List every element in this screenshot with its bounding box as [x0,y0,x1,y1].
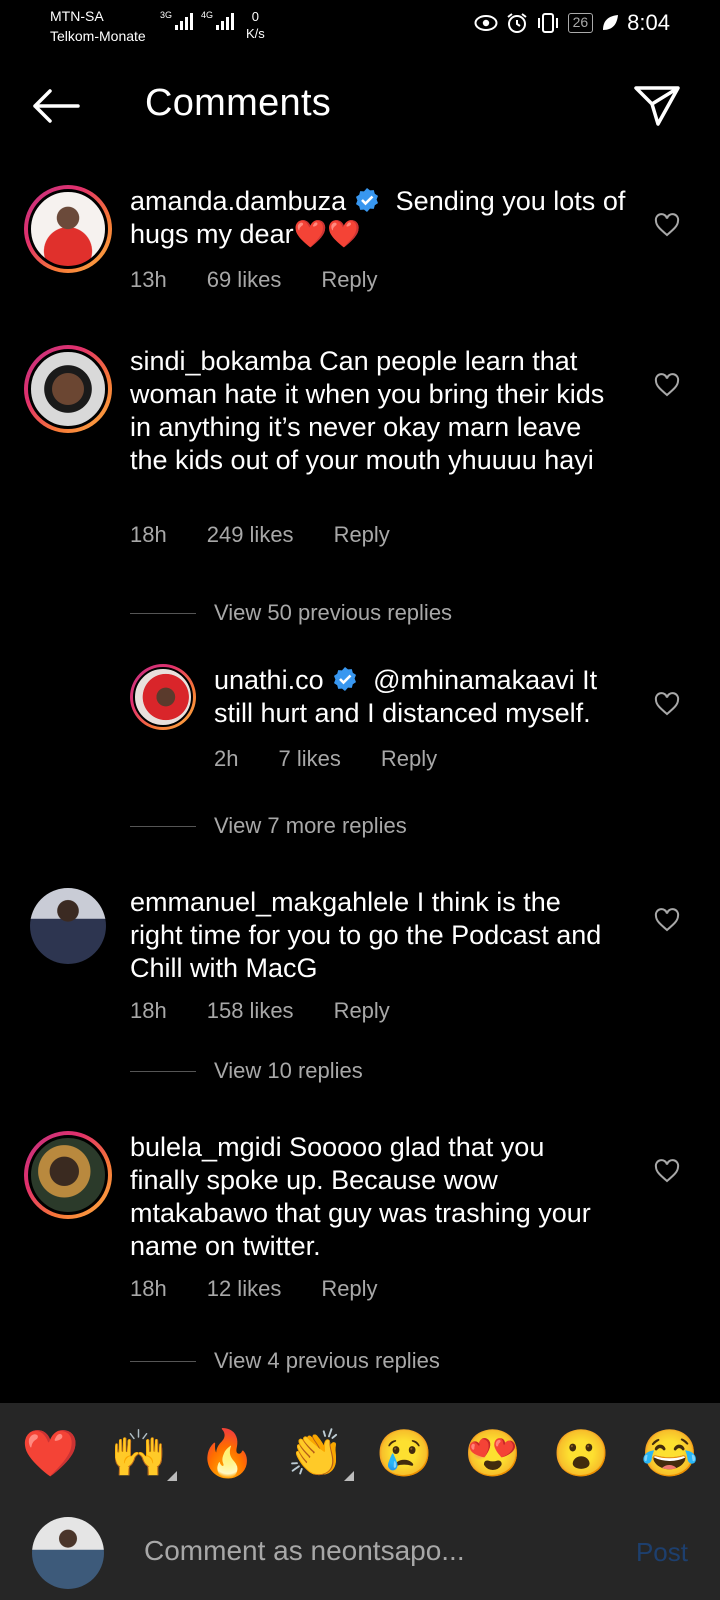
crying-face-emoji[interactable]: 😢 [374,1426,434,1481]
user-avatar [32,1517,104,1589]
comment-meta: 2h 7 likes Reply [214,746,437,772]
battery-indicator: 26 [567,13,594,33]
comment-likes[interactable]: 69 likes [207,267,282,293]
raised-hands-glyph: 🙌 [110,1426,168,1479]
comment-body: unathi.co @mhinamakaavi It still hurt an… [214,664,624,730]
comment-time: 13h [130,267,167,292]
comment-meta: 18h 158 likes Reply [130,998,390,1024]
comment-username[interactable]: bulela_mgidi [130,1132,282,1162]
comment-username[interactable]: sindi_bokamba [130,346,312,376]
status-icons: 26 8:04 [474,10,670,36]
divider [130,1070,196,1072]
reply-button[interactable]: Reply [381,746,437,772]
network-speed: 0 K/s [246,8,265,42]
comment-body: bulela_mgidi Sooooo glad that you finall… [130,1131,620,1263]
signal-1-label: 3G [160,10,173,20]
tears-of-joy-emoji[interactable]: 😂 [640,1426,700,1481]
divider [130,612,196,614]
view-replies-link[interactable]: View 7 more replies [130,813,407,839]
skin-tone-indicator [166,1470,177,1481]
signal-indicators: 3G 4G [160,10,235,30]
speed-unit: K/s [246,26,265,41]
emoji-quick-bar: ❤️ 🙌 🔥 👏 😢 😍 😮 😂 [0,1403,720,1503]
carrier-info: MTN-SA Telkom-Monate [50,6,146,46]
comment-time: 18h [130,998,167,1023]
skin-tone-indicator [343,1470,354,1481]
comment-time: 18h [130,522,167,547]
avatar[interactable] [130,664,196,730]
reply-button[interactable]: Reply [321,1276,377,1302]
comment-likes[interactable]: 12 likes [207,1276,282,1302]
surprised-face-emoji[interactable]: 😮 [551,1426,611,1481]
heart-icon[interactable] [654,908,680,932]
comment-likes[interactable]: 249 likes [207,522,294,548]
carrier-1: MTN-SA [50,8,104,24]
comment-username[interactable]: amanda.dambuza [130,186,346,216]
view-replies-label: View 10 replies [214,1058,363,1083]
view-replies-link[interactable]: View 50 previous replies [130,600,452,626]
reply-button[interactable]: Reply [334,522,390,548]
heart-icon[interactable] [654,213,680,237]
comment-time: 2h [214,746,239,771]
view-replies-link[interactable]: View 4 previous replies [130,1348,440,1374]
raised-hands-emoji[interactable]: 🙌 [109,1426,177,1481]
comment-likes[interactable]: 7 likes [278,746,340,772]
avatar[interactable] [24,185,112,273]
clapping-hands-emoji[interactable]: 👏 [286,1426,354,1481]
clapping-hands-glyph: 👏 [287,1426,345,1479]
reply-button[interactable]: Reply [321,267,377,293]
view-replies-label: View 4 previous replies [214,1348,440,1373]
comment-meta: 18h 12 likes Reply [130,1276,378,1302]
carrier-2: Telkom-Monate [50,28,146,44]
avatar[interactable] [30,888,106,964]
signal-2-label: 4G [201,10,214,20]
comment-time: 18h [130,1276,167,1301]
send-icon[interactable] [632,82,682,128]
comment-meta: 18h 249 likes Reply [130,522,390,548]
view-replies-label: View 50 previous replies [214,600,453,625]
heart-icon[interactable] [654,1159,680,1183]
heart-eyes-emoji[interactable]: 😍 [463,1426,523,1481]
eye-icon [474,15,498,31]
comment-meta: 13h 69 likes Reply [130,267,378,293]
comment-username[interactable]: unathi.co [214,665,324,695]
heart-icon[interactable] [654,373,680,397]
comment-composer: Post [0,1503,720,1600]
fire-emoji[interactable]: 🔥 [197,1426,257,1481]
comment-likes[interactable]: 158 likes [207,998,294,1024]
heart-icon[interactable] [654,692,680,716]
comment-body: amanda.dambuza Sending you lots of hugs … [130,185,630,251]
verified-badge-icon [333,667,356,691]
comment-body: sindi_bokamba Can people learn that woma… [130,345,620,477]
comment-input[interactable] [144,1531,604,1571]
leaf-icon [603,15,619,30]
comment-body: emmanuel_makgahlele I think is the right… [130,886,620,985]
vibrate-icon [537,13,558,33]
alarm-icon [506,13,527,33]
divider [130,1360,196,1362]
speed-value: 0 [251,9,260,24]
page-title: Comments [145,82,332,124]
reply-button[interactable]: Reply [334,998,390,1024]
header: Comments [0,70,720,140]
view-replies-label: View 7 more replies [214,813,407,838]
comment-username[interactable]: emmanuel_makgahlele [130,887,409,917]
status-bar: MTN-SA Telkom-Monate 3G 4G 0 K/s 26 8:04 [0,0,720,50]
clock: 8:04 [627,10,670,35]
back-arrow-icon[interactable] [30,88,80,124]
avatar[interactable] [24,1131,112,1219]
verified-badge-icon [356,188,379,212]
divider [130,825,196,827]
signal-2-icon: 4G [201,10,235,30]
view-replies-link[interactable]: View 10 replies [130,1058,363,1084]
red-heart-emoji[interactable]: ❤️ [20,1426,80,1481]
avatar[interactable] [24,345,112,433]
post-button[interactable]: Post [636,1537,688,1568]
signal-1-icon: 3G [160,10,194,30]
